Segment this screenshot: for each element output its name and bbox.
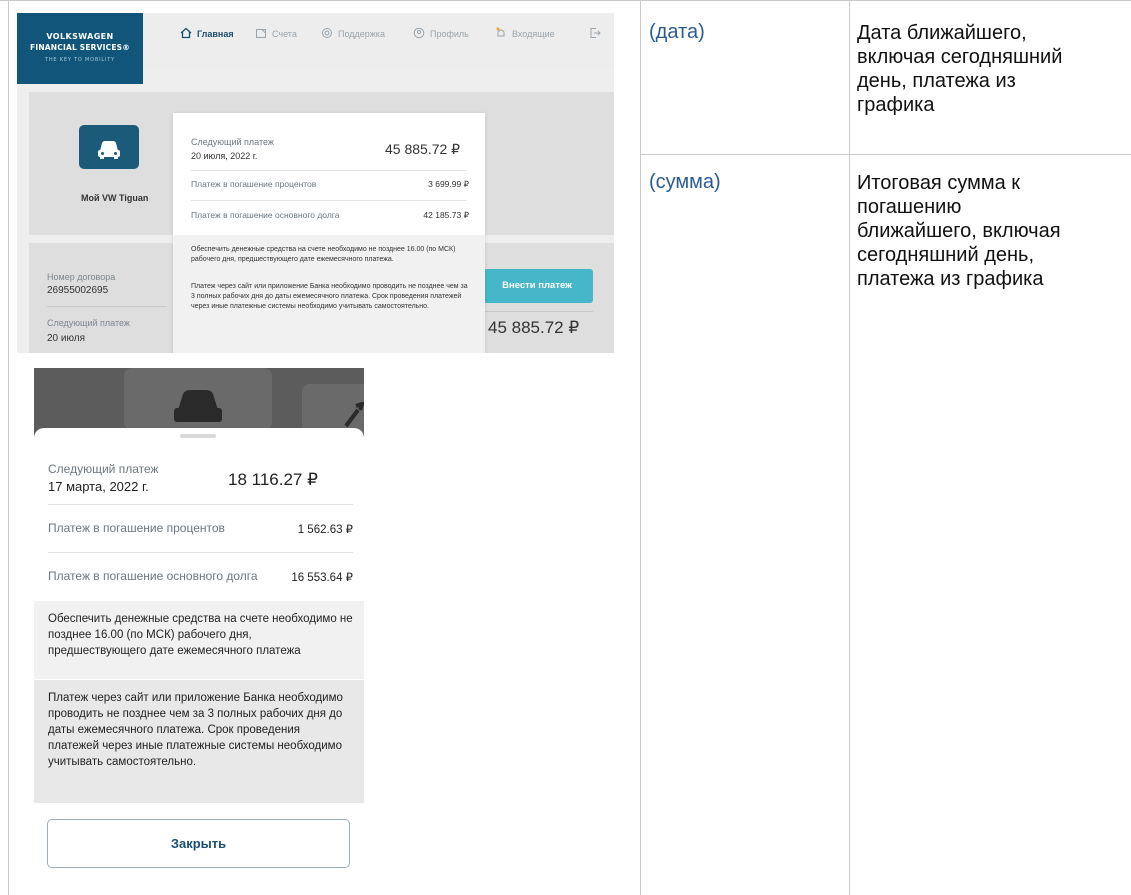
divider [191, 170, 467, 171]
nav-home[interactable]: Главная [180, 27, 234, 39]
nav-profile-label: Профиль [430, 29, 469, 39]
nav-support-label: Поддержка [338, 29, 385, 39]
nav-support[interactable]: Поддержка [321, 27, 385, 39]
note-bank: Платеж через сайт или приложение Банка н… [34, 680, 364, 803]
popup-note-bank: Платеж через сайт или приложение Банка н… [191, 283, 468, 310]
divider [48, 504, 353, 505]
nav-home-label: Главная [197, 29, 234, 39]
note-deadline: Обеспечить денежные средства на счете не… [34, 601, 364, 679]
interest-label: Платеж в погашение процентов [191, 179, 317, 189]
mobile-screenshot: Следующий платеж 17 марта, 2022 г. 18 11… [34, 368, 364, 888]
popup-title: Следующий платеж [191, 137, 274, 147]
table-border-top [0, 0, 1131, 1]
car-icon [174, 390, 222, 422]
sheet-title: Следующий платеж [48, 462, 159, 476]
spec-desc-date: Дата ближайшего, включая сегодняшний ден… [857, 22, 1063, 116]
divider [191, 200, 467, 201]
vehicle-name: Мой VW Tiguan [81, 193, 149, 203]
nav-accounts[interactable]: Счета [255, 27, 297, 39]
profile-icon [413, 27, 425, 39]
popup-note-deadline: Обеспечить денежные средства на счете не… [191, 246, 456, 263]
inbox-icon [496, 27, 505, 37]
home-icon [180, 27, 192, 39]
sheet-date: 17 марта, 2022 г. [48, 479, 149, 494]
table-column-divider [640, 0, 641, 895]
brand-logo[interactable]: VOLKSWAGEN FINANCIAL SERVICES® THE KEY T… [17, 13, 143, 84]
nav-profile[interactable]: Профиль [413, 27, 469, 39]
divider [481, 311, 593, 312]
popup-notes: Обеспечить денежные средства на счете не… [173, 235, 485, 353]
make-payment-button[interactable]: Внести платеж [481, 269, 593, 303]
interest-label: Платеж в погашение процентов [48, 521, 225, 535]
interest-value: 1 562.63 ₽ [297, 524, 353, 536]
nav-accounts-label: Счета [272, 29, 297, 39]
sheet-amount: 18 116.27 ₽ [228, 470, 318, 489]
sheet-drag-handle[interactable] [180, 434, 216, 438]
next-payment-date: 20 июля [47, 333, 86, 344]
wrench-icon [344, 402, 364, 428]
note-bank-text: Платеж через сайт или приложение Банка н… [48, 692, 343, 768]
spec-key-amount: (сумма) [649, 171, 721, 193]
table-row-divider [641, 154, 1131, 155]
spec-key-date: (дата) [649, 21, 705, 43]
logo-line-2: FINANCIAL SERVICES® [30, 43, 130, 52]
principal-label: Платеж в погашение основного долга [191, 210, 340, 220]
table-border-left [8, 0, 9, 895]
support-icon [322, 28, 332, 38]
principal-value: 42 185.73 ₽ [423, 210, 469, 220]
principal-label: Платеж в погашение основного долга [48, 569, 258, 583]
divider [48, 552, 353, 553]
car-icon [98, 141, 120, 159]
vehicle-button[interactable] [79, 125, 139, 169]
nav-inbox-label: Входящие [512, 29, 555, 39]
next-payment-label: Следующий платеж [47, 318, 130, 328]
popup-amount: 45 885.72 ₽ [385, 141, 461, 157]
spec-desc-amount: Итоговая сумма к погашению ближайшего, в… [857, 172, 1061, 290]
contract-number-value: 26955002695 [47, 285, 109, 296]
principal-value: 16 553.64 ₽ [291, 572, 353, 584]
payment-details-popup: Следующий платеж 20 июля, 2022 г. 45 885… [173, 113, 485, 353]
desktop-screenshot: VOLKSWAGEN FINANCIAL SERVICES® THE KEY T… [17, 13, 614, 353]
close-button[interactable]: Закрыть [47, 819, 350, 868]
logo-line-1: VOLKSWAGEN [46, 32, 114, 41]
next-payment-amount: 45 885.72 ₽ [488, 318, 580, 337]
logo-tagline: THE KEY TO MOBILITY [45, 57, 115, 63]
contract-number-label: Номер договора [47, 272, 116, 282]
popup-date: 20 июля, 2022 г. [191, 151, 258, 161]
note-deadline-text: Обеспечить денежные средства на счете не… [48, 613, 353, 657]
nav-logout[interactable] [589, 27, 606, 39]
interest-value: 3 699.99 ₽ [428, 179, 469, 189]
table-column-divider [849, 0, 850, 895]
nav-inbox[interactable]: Входящие [495, 27, 555, 39]
logout-icon [590, 28, 601, 38]
divider [47, 306, 167, 307]
accounts-icon [256, 29, 266, 38]
